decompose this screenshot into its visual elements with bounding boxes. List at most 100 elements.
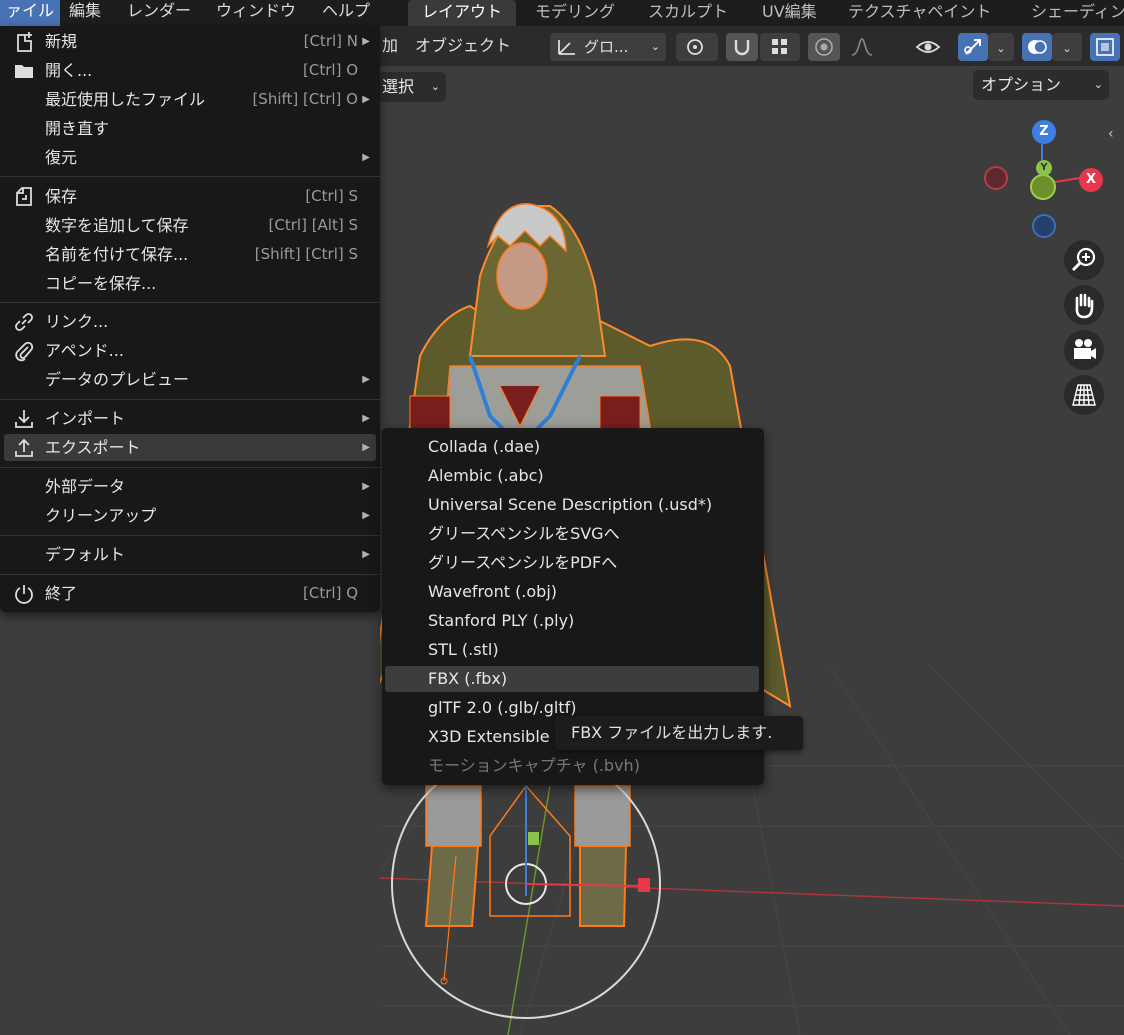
menu-separator	[0, 399, 380, 400]
file-menu-recover-label: 復元	[45, 148, 78, 167]
file-menu-export[interactable]: エクスポート ▶	[4, 434, 376, 461]
chevron-down-icon: ⌄	[1062, 42, 1072, 55]
gizmo-y-axis[interactable]: Y	[1036, 160, 1052, 176]
file-menu-save[interactable]: 保存 [Ctrl] S	[4, 183, 376, 210]
gizmo-neg-z-axis[interactable]	[1032, 214, 1056, 238]
file-menu-defaults-label: デフォルト	[45, 545, 126, 564]
tab-sculpt[interactable]: スカルプト	[634, 0, 742, 26]
file-menu-append[interactable]: アペンド...	[4, 337, 376, 364]
submenu-arrow-icon: ▶	[362, 94, 370, 105]
file-menu: 新規 [Ctrl] N ▶ 開く... [Ctrl] O 最近使用したファイル …	[0, 26, 380, 612]
camera-view-button[interactable]	[1064, 330, 1104, 370]
gizmo-toggle-button[interactable]	[958, 33, 988, 61]
menu-file[interactable]: ァイル	[0, 0, 61, 26]
add-menu[interactable]: 加	[382, 26, 398, 66]
falloff-curve-icon	[851, 38, 873, 56]
snap-target-dropdown[interactable]	[760, 33, 800, 61]
hand-icon	[1075, 293, 1094, 319]
proportional-falloff-dropdown[interactable]	[842, 33, 882, 61]
export-usd[interactable]: Universal Scene Description (.usd*)	[385, 492, 759, 518]
object-menu[interactable]: オブジェクト	[415, 26, 511, 66]
gizmo-neg-y-axis[interactable]	[1030, 174, 1056, 200]
file-menu-external-data[interactable]: 外部データ ▶	[4, 473, 376, 500]
overlay-toggle-button[interactable]	[1022, 33, 1052, 61]
options-dropdown[interactable]: オプション ⌄	[973, 70, 1109, 100]
top-bar: ァイル 編集 レンダー ウィンドウ ヘルプ レイアウト モデリング スカルプト …	[0, 0, 1124, 26]
export-stl-label: STL (.stl)	[428, 640, 499, 659]
file-menu-save-as-label: 名前を付けて保存...	[45, 245, 189, 264]
pivot-point-button[interactable]	[676, 33, 718, 61]
proportional-editing-button[interactable]	[808, 33, 840, 61]
file-menu-revert-label: 開き直す	[45, 119, 110, 138]
export-usd-label: Universal Scene Description (.usd*)	[428, 495, 713, 514]
options-label: オプション	[981, 75, 1062, 94]
gizmo-z-axis[interactable]: Z	[1032, 120, 1056, 144]
select-mode-dropdown[interactable]: 選択 ⌄	[380, 72, 446, 102]
file-menu-quit[interactable]: 終了 [Ctrl] Q	[4, 580, 376, 607]
link-icon	[15, 313, 33, 331]
zoom-button[interactable]	[1064, 240, 1104, 280]
file-menu-save-incremental[interactable]: 数字を追加して保存 [Ctrl] [Alt] S	[4, 212, 376, 239]
pan-button[interactable]	[1064, 285, 1104, 325]
tab-modeling[interactable]: モデリング	[521, 0, 629, 26]
menu-window[interactable]: ウィンドウ	[210, 0, 302, 26]
append-icon	[15, 341, 34, 362]
export-stanford-ply[interactable]: Stanford PLY (.ply)	[385, 608, 759, 634]
submenu-arrow-icon: ▶	[362, 36, 370, 47]
export-stl[interactable]: STL (.stl)	[385, 637, 759, 663]
file-menu-open-recent-label: 最近使用したファイル	[45, 90, 206, 109]
export-gpencil-pdf[interactable]: グリースペンシルをPDFへ	[385, 550, 759, 576]
submenu-arrow-icon: ▶	[362, 549, 370, 560]
export-alembic[interactable]: Alembic (.abc)	[385, 463, 759, 489]
file-menu-save-incremental-label: 数字を追加して保存	[45, 216, 189, 235]
file-menu-data-previews[interactable]: データのプレビュー ▶	[4, 366, 376, 393]
file-menu-link-label: リンク...	[45, 312, 109, 331]
file-menu-revert[interactable]: 開き直す	[4, 115, 376, 142]
file-menu-recover[interactable]: 復元 ▶	[4, 144, 376, 171]
eye-icon	[915, 41, 941, 53]
gizmo-icon	[964, 39, 981, 55]
menu-help[interactable]: ヘルプ	[316, 0, 376, 26]
tab-layout[interactable]: レイアウト	[408, 0, 517, 26]
menu-separator	[0, 574, 380, 575]
submenu-arrow-icon: ▶	[362, 374, 370, 385]
xray-toggle-button[interactable]	[1090, 33, 1120, 61]
export-gpencil-svg[interactable]: グリースペンシルをSVGへ	[385, 521, 759, 547]
file-menu-clean-up[interactable]: クリーンアップ ▶	[4, 502, 376, 529]
gizmo-dropdown[interactable]: ⌄	[988, 33, 1014, 61]
perspective-toggle-button[interactable]	[1064, 375, 1104, 415]
submenu-arrow-icon: ▶	[362, 481, 370, 492]
file-menu-link[interactable]: リンク...	[4, 308, 376, 335]
gizmo-x-axis[interactable]: X	[1079, 168, 1103, 192]
chevron-down-icon: ⌄	[1093, 78, 1103, 91]
chevron-down-icon: ⌄	[430, 80, 440, 93]
save-icon	[16, 187, 32, 206]
proportional-edit-icon	[815, 38, 833, 56]
tab-uv-editing[interactable]: UV編集	[748, 0, 831, 26]
file-menu-open-recent[interactable]: 最近使用したファイル [Shift] [Ctrl] O ▶	[4, 86, 376, 113]
file-menu-new[interactable]: 新規 [Ctrl] N ▶	[4, 28, 376, 55]
pivot-icon	[687, 39, 703, 55]
file-menu-save-as[interactable]: 名前を付けて保存... [Shift] [Ctrl] S	[4, 241, 376, 268]
navigation-gizmo[interactable]: Z X Y	[980, 116, 1110, 246]
tab-texture-paint[interactable]: テクスチャペイント	[834, 0, 1005, 26]
menu-separator	[0, 535, 380, 536]
chevron-down-icon: ⌄	[650, 40, 660, 53]
file-menu-import[interactable]: インポート ▶	[4, 405, 376, 432]
export-fbx[interactable]: FBX (.fbx)	[385, 666, 759, 692]
new-file-icon	[17, 32, 32, 52]
file-menu-open[interactable]: 開く... [Ctrl] O	[4, 57, 376, 84]
visibility-dropdown[interactable]	[906, 33, 950, 61]
gizmo-neg-x-axis[interactable]	[984, 166, 1008, 190]
snap-toggle-button[interactable]	[726, 33, 758, 61]
transform-orientation-dropdown[interactable]: グロ... ⌄	[550, 33, 666, 61]
file-menu-save-copy[interactable]: コピーを保存...	[4, 270, 376, 297]
tab-shading[interactable]: シェーディン	[1017, 0, 1124, 26]
transform-orientation-value: グロ...	[584, 38, 629, 56]
overlay-dropdown[interactable]: ⌄	[1052, 33, 1082, 61]
menu-render[interactable]: レンダー	[121, 0, 197, 26]
export-wavefront-obj[interactable]: Wavefront (.obj)	[385, 579, 759, 605]
export-collada[interactable]: Collada (.dae)	[385, 434, 759, 460]
file-menu-defaults[interactable]: デフォルト ▶	[4, 541, 376, 568]
menu-edit[interactable]: 編集	[63, 0, 107, 26]
